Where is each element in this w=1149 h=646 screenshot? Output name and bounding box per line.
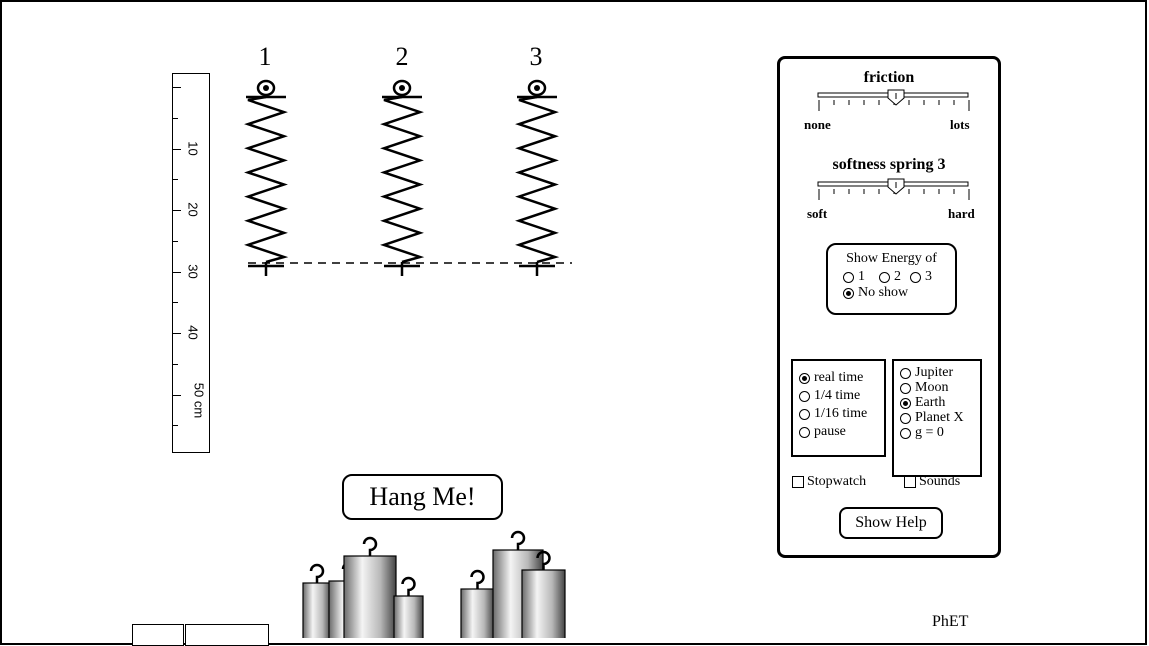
- hanging-mass[interactable]: [302, 563, 332, 638]
- friction-title: friction: [863, 69, 915, 86]
- time-option-sixteenth[interactable]: 1/16 time: [799, 407, 867, 421]
- planet-option-g-zero[interactable]: g = 0: [900, 426, 944, 440]
- energy-option-3[interactable]: 3: [910, 270, 932, 284]
- phet-logo: PhET: [932, 613, 969, 630]
- hanging-mass[interactable]: [460, 569, 495, 638]
- hanging-mass[interactable]: [393, 576, 424, 638]
- spring-1[interactable]: [244, 79, 289, 276]
- energy-title: Show Energy of: [846, 251, 937, 266]
- checkbox-icon[interactable]: [792, 476, 804, 488]
- tool-box-2[interactable]: [185, 624, 269, 646]
- energy-option-2[interactable]: 2: [879, 270, 901, 284]
- softness-max-label: hard: [948, 206, 975, 221]
- radio-icon[interactable]: [799, 390, 810, 402]
- radio-icon[interactable]: [910, 271, 921, 283]
- softness-min-label: soft: [807, 206, 828, 221]
- radio-icon[interactable]: [900, 427, 911, 439]
- tool-box-1[interactable]: [132, 624, 184, 646]
- checkbox-icon[interactable]: [904, 476, 916, 488]
- planet-option-earth[interactable]: Earth: [900, 396, 945, 410]
- friction-max-label: lots: [950, 117, 970, 132]
- radio-selected-icon[interactable]: [799, 372, 810, 384]
- control-panel: friction none lots softness spring 3 sof…: [777, 56, 1001, 558]
- time-option-quarter[interactable]: 1/4 time: [799, 389, 860, 403]
- radio-selected-icon[interactable]: [843, 287, 854, 299]
- radio-icon[interactable]: [900, 367, 911, 379]
- radio-icon[interactable]: [900, 412, 911, 424]
- radio-icon[interactable]: [799, 426, 810, 438]
- hang-me-bubble: Hang Me!: [342, 474, 503, 520]
- radio-icon[interactable]: [900, 382, 911, 394]
- energy-option-1[interactable]: 1: [843, 270, 865, 284]
- stopwatch-checkbox[interactable]: Stopwatch: [792, 474, 866, 490]
- time-option-real[interactable]: real time: [799, 371, 863, 385]
- time-group: real time 1/4 time 1/16 time pause: [791, 359, 886, 457]
- sounds-checkbox[interactable]: Sounds: [904, 474, 960, 490]
- friction-min-label: none: [804, 117, 831, 132]
- hanging-mass[interactable]: [343, 536, 397, 638]
- spring-3[interactable]: [515, 79, 560, 276]
- softness-title: softness spring 3: [832, 156, 946, 173]
- radio-icon[interactable]: [799, 408, 810, 420]
- planet-option-moon[interactable]: Moon: [900, 381, 948, 395]
- spring-2[interactable]: [380, 79, 425, 276]
- radio-icon[interactable]: [843, 271, 854, 283]
- radio-selected-icon[interactable]: [900, 397, 911, 409]
- planet-option-planet-x[interactable]: Planet X: [900, 411, 964, 425]
- time-option-pause[interactable]: pause: [799, 425, 846, 439]
- show-help-button[interactable]: Show Help: [839, 507, 943, 539]
- energy-group: Show Energy of 1 2 3 No show: [826, 243, 957, 315]
- planet-option-jupiter[interactable]: Jupiter: [900, 366, 953, 380]
- energy-option-none[interactable]: No show: [843, 286, 908, 300]
- radio-icon[interactable]: [879, 271, 890, 283]
- planet-group: Jupiter Moon Earth Planet X g = 0: [892, 359, 982, 477]
